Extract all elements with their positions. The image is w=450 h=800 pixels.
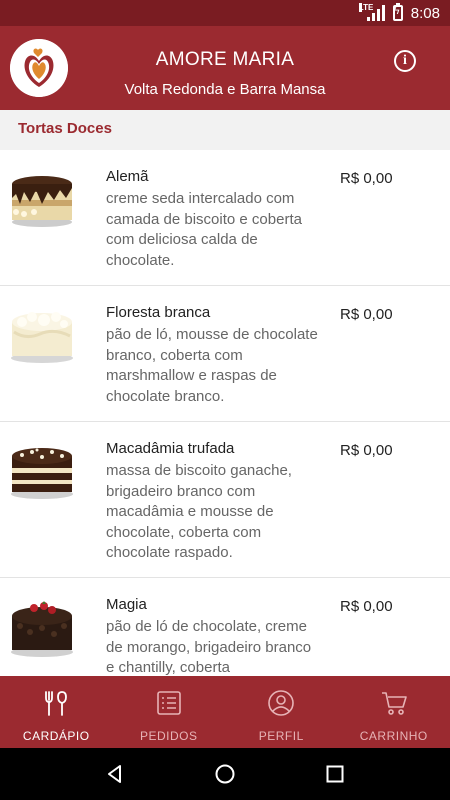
cake-image (11, 601, 73, 657)
status-bar: LTE 8:08 (0, 0, 450, 26)
item-name: Magia (106, 596, 147, 613)
item-price: R$ 0,00 (340, 442, 393, 459)
item-name: Alemã (106, 168, 149, 185)
item-price: R$ 0,00 (340, 170, 393, 187)
item-price: R$ 0,00 (340, 306, 393, 323)
cart-icon (381, 692, 407, 715)
tab-pedidos[interactable]: PEDIDOS (113, 676, 226, 748)
network-type: LTE (358, 3, 374, 12)
item-description: pão de ló, mousse de chocolate branco, c… (106, 326, 318, 405)
list-item[interactable]: Magia pão de ló de chocolate, creme de m… (0, 578, 450, 676)
cake-image (11, 448, 73, 499)
profile-icon (268, 690, 295, 716)
list-item[interactable]: Alemã creme seda intercalado com camada … (0, 150, 450, 286)
signal-icon: LTE (358, 3, 385, 21)
recents-icon[interactable] (324, 763, 346, 785)
item-description: massa de biscoito ganache, brigadeiro br… (106, 462, 292, 561)
tab-label: PERFIL (258, 729, 304, 743)
app-bar: AMORE MARIA Volta Redonda e Barra Mansa … (0, 26, 450, 110)
tab-carrinho[interactable]: CARRINHO (338, 676, 450, 748)
tab-cardapio[interactable]: CARDÁPIO (0, 676, 113, 748)
home-icon[interactable] (214, 763, 236, 785)
list-icon (156, 691, 181, 715)
item-name: Floresta branca (106, 304, 211, 321)
item-name: Macadâmia trufada (106, 440, 235, 457)
product-list[interactable]: Alemã creme seda intercalado com camada … (0, 150, 450, 676)
list-item[interactable]: Floresta branca pão de ló, mousse de cho… (0, 286, 450, 422)
cake-image (11, 312, 73, 363)
app-subtitle: Volta Redonda e Barra Mansa (124, 81, 326, 98)
list-item[interactable]: Macadâmia trufada massa de biscoito gana… (0, 422, 450, 578)
tab-label: CARDÁPIO (22, 729, 90, 743)
tab-label: PEDIDOS (139, 729, 198, 743)
bottom-navigation: CARDÁPIO PEDIDOS PERFIL CARRINHO (0, 676, 450, 748)
cake-image (12, 176, 72, 227)
app-title: AMORE MARIA (155, 49, 295, 70)
battery-icon (392, 3, 403, 21)
clock: 8:08 (410, 4, 440, 22)
tab-label: CARRINHO (359, 729, 428, 743)
system-navigation-bar (0, 748, 450, 800)
item-description: creme seda intercalado com camada de bis… (106, 190, 302, 269)
tab-perfil[interactable]: PERFIL (225, 676, 338, 748)
item-description: pão de ló de chocolate, creme de morango… (106, 618, 312, 676)
item-price: R$ 0,00 (340, 598, 393, 615)
info-icon[interactable]: i (394, 50, 416, 72)
section-header: Tortas Doces (0, 110, 450, 150)
cutlery-icon (45, 691, 68, 716)
back-icon[interactable] (104, 763, 126, 785)
